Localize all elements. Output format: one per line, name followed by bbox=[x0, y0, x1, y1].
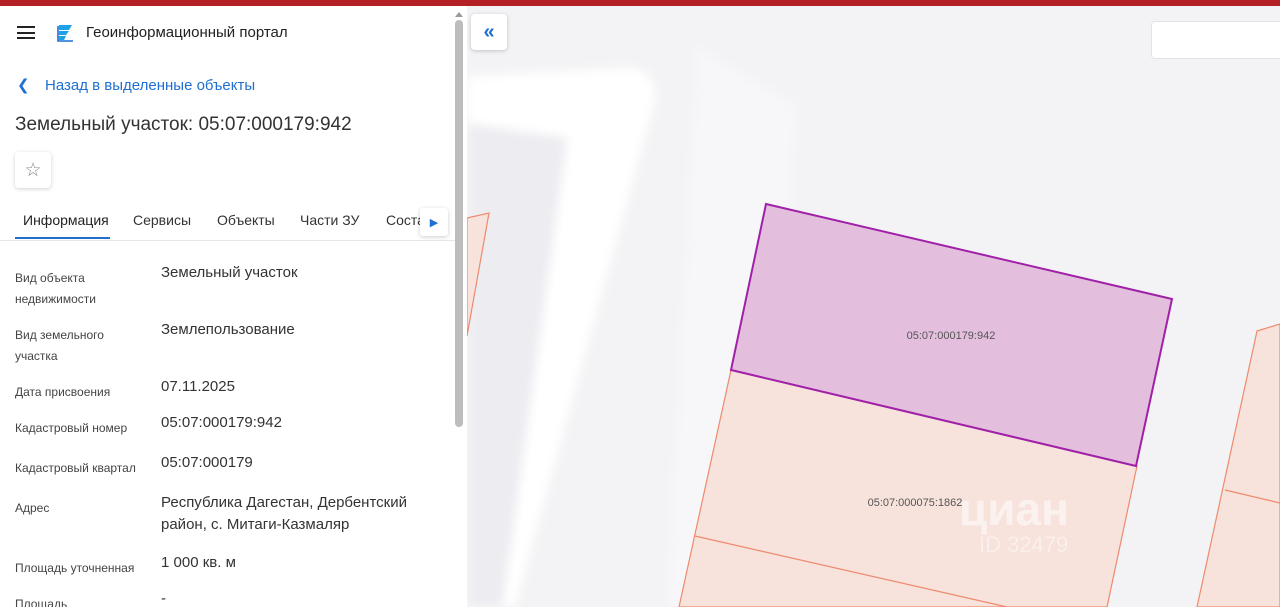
tab-information[interactable]: Информация bbox=[23, 212, 109, 228]
info-key: Вид земельного участка bbox=[15, 328, 104, 363]
panel-header: Геоинформационный портал bbox=[0, 6, 467, 58]
map-view[interactable]: 05:07:000179:942 05:07:000075:1862 « циа… bbox=[467, 6, 1280, 607]
info-value: - bbox=[161, 590, 166, 607]
double-chevron-left-icon: « bbox=[483, 20, 495, 43]
parcel-neighbor-label: 05:07:000075:1862 bbox=[868, 497, 963, 509]
info-key: Кадастровый квартал bbox=[15, 461, 136, 475]
portal-logo-icon bbox=[57, 25, 73, 42]
chevron-left-icon: ❮ bbox=[17, 77, 30, 94]
info-value: 1 000 кв. м bbox=[161, 554, 236, 571]
info-value: Земельный участок bbox=[161, 264, 298, 281]
tab-services[interactable]: Сервисы bbox=[133, 212, 191, 228]
info-key: Дата присвоения bbox=[15, 385, 111, 399]
watermark-id: ID 32479 bbox=[979, 532, 1069, 557]
info-key: Площадь bbox=[15, 597, 68, 607]
back-link-label: Назад в выделенные объекты bbox=[45, 77, 256, 94]
info-value: Республика Дагестан, Дербентский район, … bbox=[161, 494, 407, 533]
app-title: Геоинформационный портал bbox=[86, 24, 288, 41]
panel-scrollbar[interactable] bbox=[455, 20, 463, 427]
caret-right-icon: ▶ bbox=[429, 216, 439, 229]
map-canvas[interactable]: 05:07:000179:942 05:07:000075:1862 bbox=[467, 6, 1280, 607]
back-link[interactable]: ❮ Назад в выделенные объекты bbox=[17, 76, 255, 94]
scroll-up-arrow[interactable] bbox=[455, 12, 463, 17]
info-value: 05:07:000179:942 bbox=[161, 414, 282, 431]
object-title: Земельный участок: 05:07:000179:942 bbox=[15, 114, 352, 135]
tab-parts[interactable]: Части ЗУ bbox=[300, 212, 359, 228]
hamburger-icon[interactable] bbox=[17, 26, 35, 39]
info-key: Кадастровый номер bbox=[15, 421, 128, 435]
watermark: циан bbox=[959, 483, 1069, 535]
tab-objects[interactable]: Объекты bbox=[217, 212, 275, 228]
parcel-selected-label: 05:07:000179:942 bbox=[907, 330, 996, 342]
collapse-panel-button[interactable]: « bbox=[471, 14, 507, 50]
info-value: Землепользование bbox=[161, 321, 295, 338]
star-icon: ☆ bbox=[24, 159, 42, 181]
active-tab-indicator bbox=[15, 237, 110, 239]
info-key: Адрес bbox=[15, 501, 50, 515]
info-key: Вид объекта недвижимости bbox=[15, 271, 96, 306]
map-search-input[interactable] bbox=[1151, 21, 1280, 59]
info-value: 07.11.2025 bbox=[161, 378, 235, 395]
favorite-button[interactable]: ☆ bbox=[15, 152, 51, 188]
info-key: Площадь уточненная bbox=[15, 561, 135, 575]
object-info-panel: Геоинформационный портал ❮ Назад в выделе… bbox=[0, 6, 467, 607]
tab-bar: Информация Сервисы Объекты Части ЗУ Сост… bbox=[0, 204, 455, 241]
info-value: 05:07:000179 bbox=[161, 454, 253, 471]
tabs-scroll-right-button[interactable]: ▶ bbox=[420, 208, 448, 236]
